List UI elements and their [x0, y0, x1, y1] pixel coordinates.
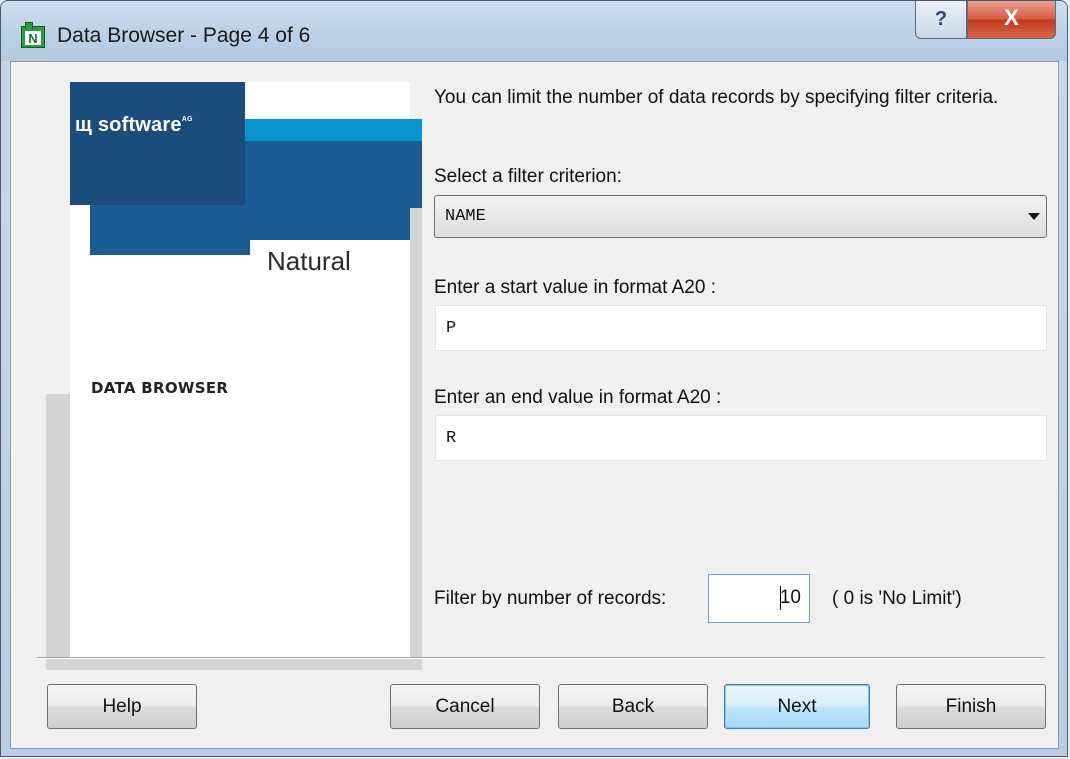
- intro-text: You can limit the number of data records…: [434, 87, 999, 108]
- records-value: 10: [779, 587, 801, 608]
- cancel-button[interactable]: Cancel: [390, 684, 540, 729]
- software-ag-logo: щ softwareAG: [75, 114, 193, 137]
- records-hint: ( 0 is 'No Limit'): [832, 588, 962, 609]
- separator-line: [37, 657, 1045, 659]
- start-value-input[interactable]: P: [435, 305, 1047, 351]
- records-label: Filter by number of records:: [434, 588, 667, 609]
- logo-sup: AG: [181, 116, 193, 123]
- criterion-label: Select a filter criterion:: [434, 166, 622, 187]
- end-value-input[interactable]: R: [435, 415, 1047, 461]
- logo-text: software: [97, 114, 182, 136]
- window-title: Data Browser - Page 4 of 6: [57, 24, 311, 47]
- natural-app-icon: N: [21, 22, 45, 48]
- wizard-window: N Data Browser - Page 4 of 6 ? X щ softw…: [0, 0, 1068, 757]
- back-button[interactable]: Back: [558, 684, 708, 729]
- end-value: R: [446, 429, 457, 448]
- finish-button[interactable]: Finish: [896, 684, 1046, 729]
- logo-swirl-icon: щ: [75, 114, 93, 136]
- chevron-down-icon[interactable]: [1028, 213, 1040, 220]
- start-value: P: [446, 319, 457, 338]
- title-bar: N Data Browser - Page 4 of 6 ? X: [1, 1, 1067, 61]
- close-button[interactable]: X: [967, 1, 1056, 39]
- end-value-label: Enter an end value in format A20 :: [434, 387, 722, 408]
- product-name: Natural: [267, 246, 351, 276]
- dialog-body: щ softwareAG Natural DATA BROWSER You ca…: [10, 61, 1059, 749]
- start-value-label: Enter a start value in format A20 :: [434, 277, 716, 298]
- records-limit-input[interactable]: 10: [708, 574, 810, 623]
- module-name: DATA BROWSER: [91, 379, 229, 397]
- help-title-button[interactable]: ?: [915, 1, 967, 39]
- help-button[interactable]: Help: [47, 684, 197, 729]
- criterion-value: NAME: [445, 207, 486, 226]
- filter-criterion-select[interactable]: NAME: [434, 195, 1047, 238]
- next-button[interactable]: Next: [724, 684, 870, 729]
- app-icon-letter: N: [25, 31, 41, 46]
